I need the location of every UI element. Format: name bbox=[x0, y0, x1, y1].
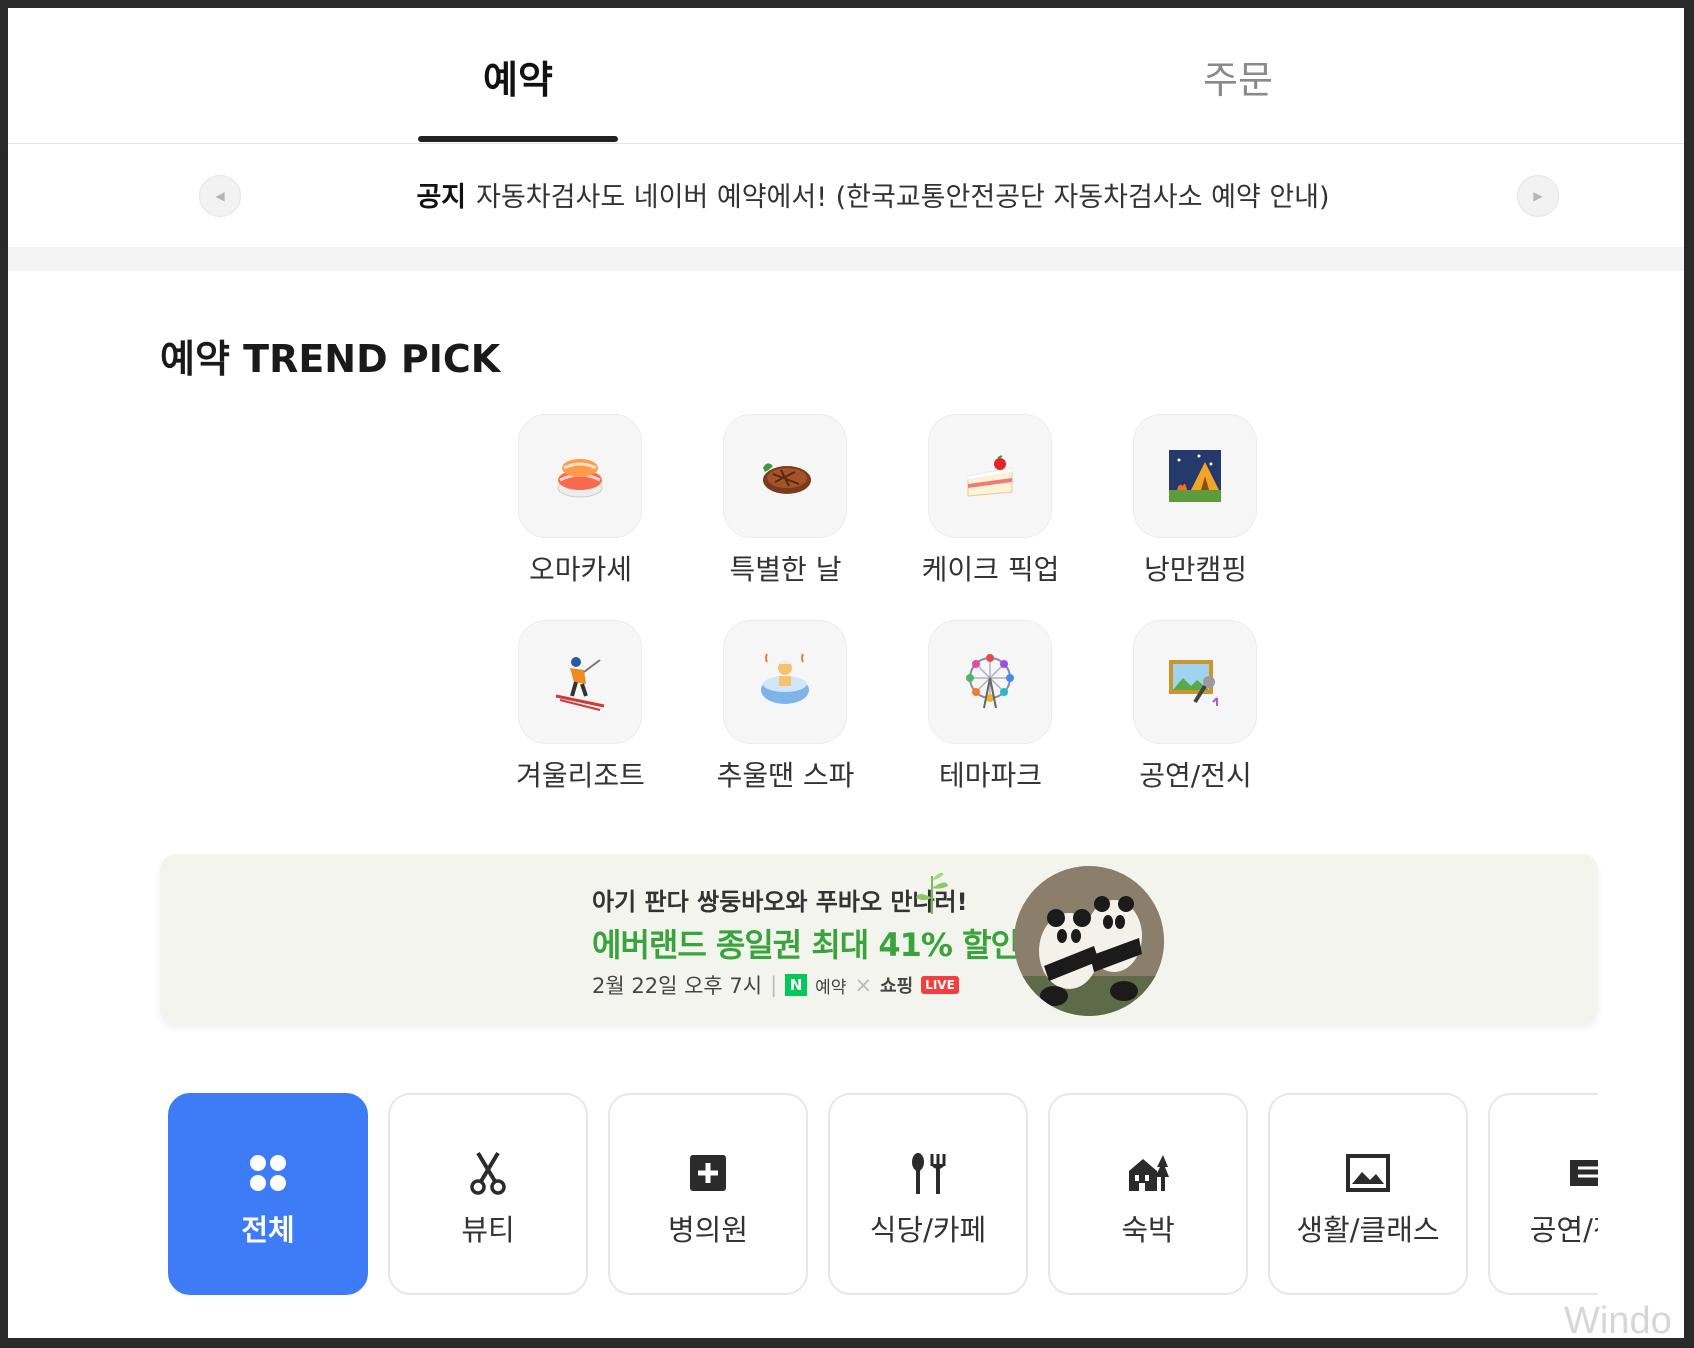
ferris-wheel-icon bbox=[966, 654, 1014, 709]
trend-icon-box bbox=[518, 620, 642, 744]
medical-cross-icon bbox=[690, 1155, 726, 1191]
tab-order[interactable]: 주문 bbox=[1138, 8, 1338, 144]
category-restaurant-cafe[interactable]: 식당/카페 bbox=[828, 1093, 1028, 1295]
trend-icon-box bbox=[723, 414, 847, 538]
naver-logo-icon: N bbox=[785, 974, 808, 996]
fork-knife-icon bbox=[912, 1153, 946, 1194]
trend-label: 케이크 픽업 bbox=[921, 553, 1060, 586]
trend-label: 추울땐 스파 bbox=[716, 759, 855, 792]
cake-icon bbox=[967, 455, 1013, 497]
trend-icon-box bbox=[1133, 620, 1257, 744]
picture-frame-icon bbox=[1346, 1154, 1390, 1192]
spa-icon bbox=[761, 653, 809, 704]
notice-tag: 공지 bbox=[416, 182, 467, 213]
camping-icon bbox=[1169, 450, 1221, 502]
category-beauty[interactable]: 뷰티 bbox=[388, 1093, 588, 1295]
category-label: 전체 bbox=[241, 1213, 295, 1247]
windows-watermark: Windo bbox=[1564, 1300, 1672, 1342]
grid-icon bbox=[250, 1155, 286, 1191]
category-life-class[interactable]: 생활/클래스 bbox=[1268, 1093, 1468, 1295]
notice-next-button[interactable]: ▶ bbox=[1517, 175, 1559, 217]
category-performance[interactable]: 공연/전시 bbox=[1488, 1093, 1598, 1295]
trend-item-winter-resort[interactable]: 겨울리조트 bbox=[478, 620, 683, 800]
trend-icon-box bbox=[723, 620, 847, 744]
ticket-icon bbox=[1570, 1160, 1598, 1186]
trend-item-performance-exhibition[interactable]: 공연/전시 bbox=[1093, 620, 1298, 800]
banner-meta: 2월 22일 오후 7시 | N 예약 × 쇼핑 LIVE bbox=[592, 970, 959, 1000]
trend-label: 테마파크 bbox=[938, 759, 1043, 792]
top-tabs: 예약 주문 bbox=[8, 8, 1684, 144]
trend-item-cake-pickup[interactable]: 케이크 픽업 bbox=[888, 414, 1093, 594]
category-label: 뷰티 bbox=[461, 1213, 515, 1247]
promo-banner[interactable]: 아기 판다 쌍둥바오와 푸바오 만나러! 에버랜드 종일권 최대 41% 할인!… bbox=[160, 854, 1598, 1024]
sushi-icon bbox=[557, 459, 603, 498]
notice-link[interactable]: 공지 자동차검사도 네이버 예약에서! (한국교통안전공단 자동차검사소 예약 안… bbox=[258, 175, 1488, 214]
category-label: 공연/전시 bbox=[1529, 1213, 1598, 1247]
notice-bar: ◀ 공지 자동차검사도 네이버 예약에서! (한국교통안전공단 자동차검사소 예약… bbox=[8, 145, 1684, 247]
banner-times: × bbox=[854, 973, 873, 997]
banner-offer: 에버랜드 종일권 최대 41% 할인! bbox=[592, 926, 1034, 964]
browser-frame: 예약 주문 ◀ 공지 자동차검사도 네이버 예약에서! (한국교통안전공단 자동차… bbox=[0, 0, 1694, 1348]
lodging-icon bbox=[1129, 1155, 1169, 1191]
exhibition-icon bbox=[1169, 660, 1218, 706]
trend-item-camping[interactable]: 낭만캠핑 bbox=[1093, 414, 1298, 594]
banner-date: 2월 22일 오후 7시 bbox=[592, 974, 763, 998]
trend-icon-box bbox=[1133, 414, 1257, 538]
trend-icon-box bbox=[518, 414, 642, 538]
steak-icon bbox=[763, 463, 811, 494]
banner-reserve-label: 예약 bbox=[815, 977, 847, 998]
category-clinic[interactable]: 병의원 bbox=[608, 1093, 808, 1295]
trend-item-theme-park[interactable]: 테마파크 bbox=[888, 620, 1093, 800]
live-badge: LIVE bbox=[921, 976, 959, 994]
trend-label: 공연/전시 bbox=[1139, 759, 1252, 792]
trend-icon-box bbox=[928, 620, 1052, 744]
category-label: 식당/카페 bbox=[869, 1213, 987, 1247]
notice-message: 자동차검사도 네이버 예약에서! (한국교통안전공단 자동차검사소 예약 안내) bbox=[476, 182, 1330, 213]
notice-prev-button[interactable]: ◀ bbox=[199, 175, 241, 217]
skier-icon bbox=[555, 657, 605, 711]
category-tabs: 전체 뷰티 병의원 식당/카페 숙박 생활/클래스 공연/ bbox=[168, 1093, 1598, 1298]
category-label: 생활/클래스 bbox=[1296, 1213, 1440, 1247]
chevron-right-icon: ▶ bbox=[1533, 189, 1543, 203]
bamboo-leaf-icon bbox=[916, 872, 948, 914]
category-label: 병의원 bbox=[667, 1213, 749, 1247]
trend-item-special-day[interactable]: 특별한 날 bbox=[683, 414, 888, 594]
chevron-left-icon: ◀ bbox=[215, 189, 225, 203]
trend-icon-box bbox=[928, 414, 1052, 538]
trend-label: 낭만캠핑 bbox=[1143, 553, 1248, 586]
category-all[interactable]: 전체 bbox=[168, 1093, 368, 1295]
category-lodging[interactable]: 숙박 bbox=[1048, 1093, 1248, 1295]
banner-shopping-label: 쇼핑 bbox=[880, 976, 914, 997]
section-divider bbox=[8, 247, 1684, 271]
trend-item-spa[interactable]: 추울땐 스파 bbox=[683, 620, 888, 800]
trend-item-omakase[interactable]: 오마카세 bbox=[478, 414, 683, 594]
trend-label: 특별한 날 bbox=[729, 553, 842, 586]
trend-label: 오마카세 bbox=[528, 553, 633, 586]
trend-pick-title: 예약 TREND PICK bbox=[160, 337, 501, 381]
tab-reserve[interactable]: 예약 bbox=[418, 8, 618, 144]
category-label: 숙박 bbox=[1121, 1213, 1175, 1247]
divider: | bbox=[770, 973, 778, 997]
active-tab-indicator bbox=[418, 136, 618, 142]
scissors-icon bbox=[470, 1151, 506, 1195]
panda-image bbox=[1014, 866, 1164, 1016]
trend-label: 겨울리조트 bbox=[516, 759, 645, 792]
